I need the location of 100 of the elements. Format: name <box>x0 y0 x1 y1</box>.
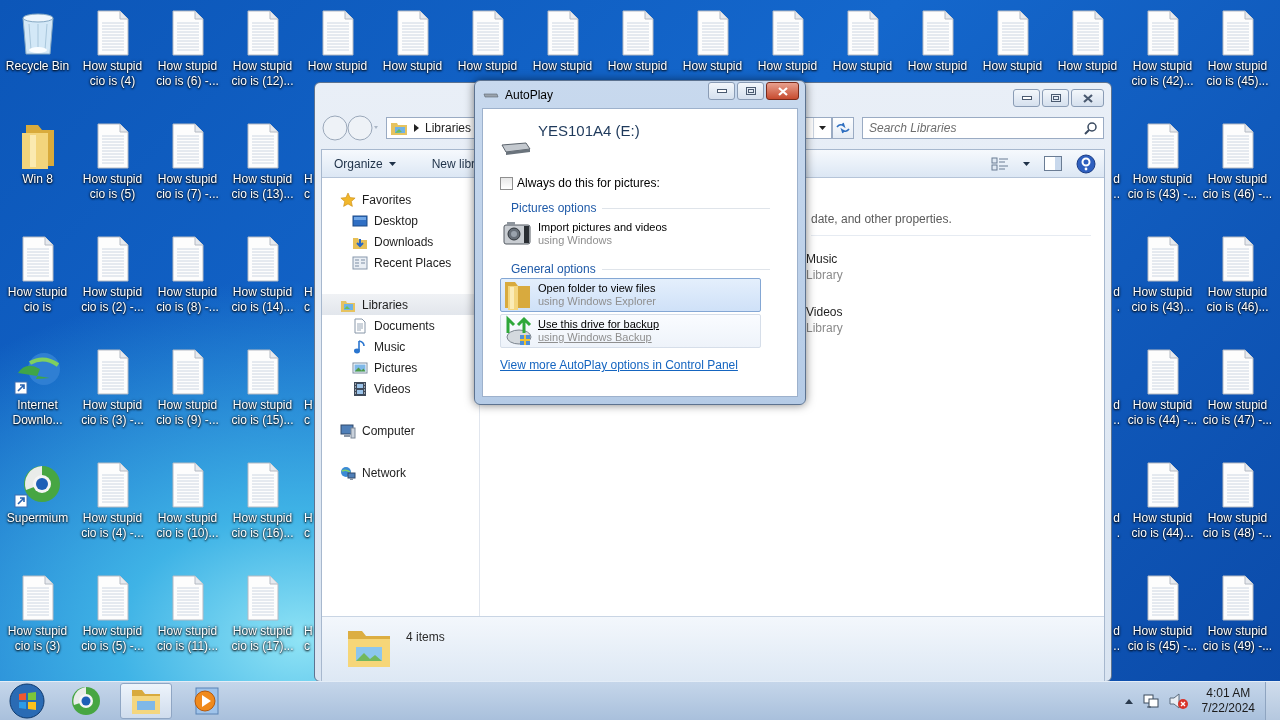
autoplay-option[interactable]: Use this drive for backup using Windows Backup <box>500 314 761 348</box>
document-icon[interactable] <box>1219 462 1256 508</box>
document-icon[interactable] <box>1069 10 1106 56</box>
minimize-button[interactable] <box>1013 89 1040 107</box>
clock-time[interactable]: 4:01 AM <box>1206 686 1251 701</box>
document-icon[interactable] <box>94 462 131 508</box>
document-icon[interactable] <box>1219 236 1256 282</box>
document-icon[interactable] <box>169 349 206 395</box>
nav-item[interactable]: Pictures <box>322 357 479 378</box>
autoplay-option[interactable]: Open folder to view files using Windows Explorer <box>500 278 761 312</box>
document-icon[interactable] <box>1144 462 1181 508</box>
toolbar-button[interactable]: Organize <box>330 154 400 173</box>
icon-label: How stupid cio is (42)... <box>1130 59 1195 89</box>
drive-icon <box>483 90 499 99</box>
document-icon[interactable] <box>1219 10 1256 56</box>
document-icon[interactable] <box>94 10 131 56</box>
help-icon[interactable] <box>1076 153 1096 174</box>
document-icon[interactable] <box>769 10 806 56</box>
icon-label: How stupid cio is (2) -... <box>80 285 145 315</box>
nav-item[interactable]: Network <box>322 462 479 483</box>
nav-item[interactable]: Documents <box>322 315 479 336</box>
recent-places-icon <box>352 254 368 271</box>
pictures-icon <box>352 359 368 376</box>
refresh-icon <box>836 122 850 134</box>
document-icon[interactable] <box>694 10 731 56</box>
maximize-button[interactable] <box>1042 89 1069 107</box>
start-button[interactable] <box>9 683 45 719</box>
preview-pane-icon[interactable] <box>1044 156 1062 171</box>
icon-label: How stupid cio is (8) -... <box>155 285 220 315</box>
close-button[interactable] <box>1071 89 1104 107</box>
document-icon[interactable] <box>94 349 131 395</box>
maximize-icon <box>1050 94 1061 102</box>
library-type: Library <box>806 267 844 283</box>
nav-item[interactable]: Desktop <box>322 210 479 231</box>
library-name[interactable]: Music <box>806 251 1104 267</box>
library-name[interactable]: Videos <box>806 304 1104 320</box>
document-icon[interactable] <box>1144 236 1181 282</box>
document-icon[interactable] <box>1144 575 1181 621</box>
icon-label: How stupid cio is (44) -... <box>1126 398 1199 428</box>
document-icon[interactable] <box>469 10 506 56</box>
refresh-button[interactable] <box>832 117 854 139</box>
document-icon[interactable] <box>94 123 131 169</box>
nav-item[interactable]: Downloads <box>322 231 479 252</box>
library-description: date, and other properties. <box>811 212 1091 236</box>
document-icon[interactable] <box>1144 123 1181 169</box>
search-field[interactable]: Search Libraries <box>862 117 1104 139</box>
documents-icon <box>352 317 368 334</box>
film-icon <box>352 380 368 397</box>
nav-item[interactable]: Videos <box>322 378 479 399</box>
document-icon[interactable] <box>844 10 881 56</box>
document-icon[interactable] <box>394 10 431 56</box>
show-hidden-icons[interactable] <box>1124 698 1133 704</box>
icon-label: H c <box>304 172 313 202</box>
document-icon[interactable] <box>1219 349 1256 395</box>
document-icon[interactable] <box>994 10 1031 56</box>
document-icon[interactable] <box>94 236 131 282</box>
checkbox[interactable] <box>500 176 513 190</box>
document-icon[interactable] <box>169 123 206 169</box>
icon-label: How stupid <box>831 59 894 74</box>
drive-name: YES101A4 (E:) <box>538 122 640 141</box>
document-icon[interactable] <box>169 236 206 282</box>
document-icon[interactable] <box>1219 575 1256 621</box>
document-icon[interactable] <box>1219 123 1256 169</box>
nav-item[interactable]: Music <box>322 336 479 357</box>
icon-label: H c <box>304 398 313 428</box>
control-panel-link[interactable]: View more AutoPlay options in Control Panel <box>500 358 738 372</box>
document-icon[interactable] <box>19 236 56 282</box>
document-icon[interactable] <box>244 349 281 395</box>
document-icon[interactable] <box>244 123 281 169</box>
search-input[interactable]: Search Libraries <box>869 121 1084 135</box>
computer-icon <box>340 422 356 439</box>
document-icon[interactable] <box>169 10 206 56</box>
minimize-button[interactable] <box>708 82 735 100</box>
autoplay-option[interactable]: Import pictures and videos using Windows <box>500 217 761 251</box>
address-text: Libraries <box>425 121 472 135</box>
document-icon[interactable] <box>919 10 956 56</box>
document-icon[interactable] <box>319 10 356 56</box>
toolbar-button[interactable]: New libr <box>427 154 480 173</box>
document-icon[interactable] <box>244 10 281 56</box>
nav-item[interactable]: Recent Places <box>322 252 479 273</box>
document-icon[interactable] <box>1144 349 1181 395</box>
document-icon[interactable] <box>1144 10 1181 56</box>
nav-item[interactable]: Favorites <box>322 189 479 210</box>
muted-speaker-icon[interactable] <box>1168 692 1189 710</box>
view-options-icon[interactable] <box>991 156 1009 171</box>
document-icon[interactable] <box>544 10 581 56</box>
icon-label: How stupid cio is (45)... <box>1205 59 1270 89</box>
document-icon[interactable] <box>244 236 281 282</box>
network-icon <box>340 464 356 481</box>
network-icon[interactable] <box>1141 692 1160 710</box>
maximize-button[interactable] <box>737 82 764 100</box>
minimize-icon <box>1021 96 1032 100</box>
close-button[interactable] <box>766 82 799 100</box>
clock-date[interactable]: 7/22/2024 <box>1201 701 1255 716</box>
option-subtitle: using Windows Backup <box>538 331 653 344</box>
icon-label: How stupid cio is (44)... <box>1130 511 1195 541</box>
document-icon[interactable] <box>619 10 656 56</box>
icon-label: How stupid cio is (47) -... <box>1201 398 1274 428</box>
nav-item[interactable]: Computer <box>322 420 479 441</box>
icon-label: H c <box>304 285 313 315</box>
